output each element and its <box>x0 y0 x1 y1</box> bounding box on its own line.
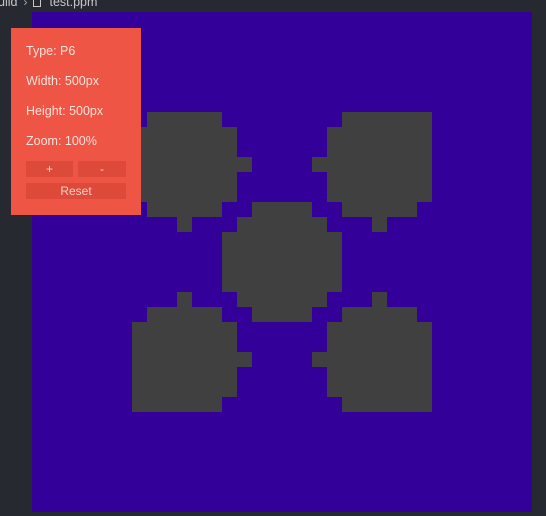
breadcrumb-separator-icon: › <box>23 0 28 9</box>
image-info-panel: Type: P6 Width: 500px Height: 500px Zoom… <box>11 28 141 215</box>
ppm-viewer: uild › test.ppm Type: P6 Width: 500px He… <box>0 0 546 516</box>
width-label: Width: 500px <box>26 74 99 88</box>
breadcrumb-file[interactable]: test.ppm <box>49 0 97 9</box>
zoom-in-button[interactable]: + <box>26 161 73 177</box>
zoom-label: Zoom: 100% <box>26 134 97 148</box>
breadcrumb: uild › test.ppm <box>0 0 97 9</box>
blob-bottom-left <box>132 292 252 412</box>
file-icon <box>33 0 42 7</box>
type-label: Type: P6 <box>26 44 76 58</box>
reset-button[interactable]: Reset <box>26 183 126 199</box>
breadcrumb-folder[interactable]: uild <box>0 0 17 9</box>
zoom-out-button[interactable]: - <box>78 161 126 177</box>
blob-top-right <box>312 112 432 232</box>
blob-top-left <box>132 112 252 232</box>
height-label: Height: 500px <box>26 104 104 118</box>
blob-center <box>222 202 342 322</box>
blob-bottom-right <box>312 292 432 412</box>
